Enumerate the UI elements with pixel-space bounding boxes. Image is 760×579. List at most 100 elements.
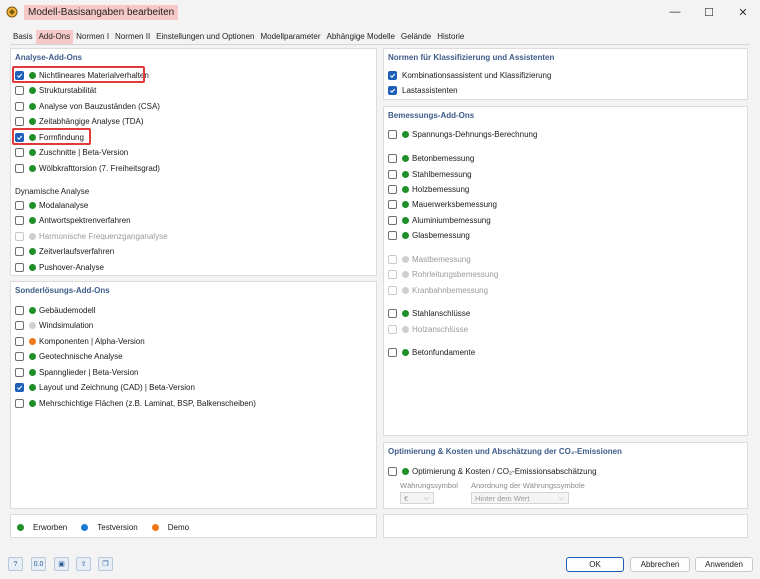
addon-row[interactable]: Stahlanschlüsse — [388, 307, 470, 319]
addon-row[interactable]: Zeitabhängige Analyse (TDA) — [15, 115, 144, 127]
tab-basis[interactable]: Basis — [10, 30, 36, 44]
display-icon[interactable]: ▣ — [54, 557, 69, 571]
status-dot-green — [29, 216, 36, 224]
addon-row[interactable]: Zeitverlaufsverfahren — [15, 245, 114, 257]
addon-checkbox[interactable] — [15, 262, 24, 272]
addon-label: Betonbemessung — [412, 153, 475, 163]
addon-checkbox[interactable] — [388, 85, 397, 95]
addon-row[interactable]: Spannglieder | Beta-Version — [15, 366, 138, 378]
dynamic-header: Dynamische Analyse — [15, 187, 90, 196]
ok-button[interactable]: OK — [566, 557, 624, 572]
legend-demo: Demo — [167, 522, 190, 532]
addon-checkbox[interactable] — [15, 147, 24, 157]
addon-row[interactable]: Aluminiumbemessung — [388, 214, 491, 226]
tab-abhaengige-modelle[interactable]: Abhängige Modelle — [324, 30, 399, 44]
addon-row[interactable]: Mehrschichtige Flächen (z.B. Laminat, BS… — [15, 397, 256, 409]
addon-row[interactable]: Lastassistenten — [388, 84, 458, 96]
status-dot-green — [29, 247, 36, 255]
addon-row[interactable]: Strukturstabilität — [15, 84, 96, 96]
status-dot-green — [29, 86, 36, 94]
currency-value: € — [404, 493, 409, 503]
addon-row[interactable]: Glasbemessung — [388, 229, 470, 241]
addon-label: Glasbemessung — [412, 230, 470, 240]
optimization-row[interactable]: Optimierung & Kosten / CO₂-Emissionsabsc… — [388, 465, 597, 477]
addon-row[interactable]: Pushover-Analyse — [15, 261, 104, 273]
legend-panel: Erworben Testversion Demo — [10, 514, 377, 538]
addon-row[interactable]: Gebäudemodell — [15, 304, 95, 316]
status-dot-green — [402, 185, 409, 193]
tab-einstellungen[interactable]: Einstellungen und Optionen — [153, 30, 257, 44]
maximize-icon[interactable]: ☐ — [692, 0, 726, 24]
addon-checkbox[interactable] — [15, 200, 24, 210]
addon-checkbox[interactable] — [388, 70, 397, 80]
optimization-panel: Optimierung & Kosten und Abschätzung der… — [383, 442, 748, 509]
addon-checkbox[interactable] — [15, 305, 24, 315]
addon-row[interactable]: Analyse von Bauzuständen (CSA) — [15, 100, 160, 112]
addon-checkbox[interactable] — [388, 129, 397, 139]
currency-select[interactable]: € ⌵ — [400, 492, 434, 504]
addon-checkbox[interactable] — [15, 163, 24, 173]
addon-checkbox[interactable] — [15, 246, 24, 256]
addon-checkbox[interactable] — [15, 116, 24, 126]
addon-row[interactable]: Zuschnitte | Beta-Version — [15, 146, 128, 158]
addon-checkbox[interactable] — [388, 230, 397, 240]
arrangement-select[interactable]: Hinter dem Wert ⌵ — [471, 492, 569, 504]
tab-normen-1[interactable]: Normen I — [73, 30, 112, 44]
addon-checkbox — [388, 285, 397, 295]
addon-checkbox[interactable] — [15, 101, 24, 111]
tab-gelaende[interactable]: Gelände — [398, 30, 434, 44]
addon-row[interactable]: Wölbkrafttorsion (7. Freiheitsgrad) — [15, 162, 160, 174]
addon-row[interactable]: Mauerwerksbemessung — [388, 198, 497, 210]
addon-row[interactable]: Spannungs-Dehnungs-Berechnung — [388, 128, 537, 140]
addon-checkbox[interactable] — [15, 351, 24, 361]
addon-checkbox[interactable] — [15, 367, 24, 377]
addon-row[interactable]: Betonbemessung — [388, 152, 474, 164]
optimization-checkbox[interactable] — [388, 466, 397, 476]
addon-row[interactable]: Geotechnische Analyse — [15, 350, 123, 362]
addon-checkbox[interactable] — [388, 347, 397, 357]
addon-checkbox[interactable] — [388, 215, 397, 225]
tab-modellparameter[interactable]: Modellparameter — [257, 30, 323, 44]
addon-checkbox[interactable] — [388, 184, 397, 194]
addon-checkbox[interactable] — [15, 320, 24, 330]
addon-row[interactable]: Layout und Zeichnung (CAD) | Beta-Versio… — [15, 381, 195, 393]
cancel-button[interactable]: Abbrechen — [630, 557, 690, 572]
status-dot-grey — [402, 270, 409, 278]
tab-add-ons[interactable]: Add-Ons — [35, 30, 74, 44]
addon-row[interactable]: Antwortspektrenverfahren — [15, 214, 131, 226]
tab-normen-2[interactable]: Normen II — [112, 30, 153, 44]
addon-row[interactable]: Betonfundamente — [388, 346, 475, 358]
units-icon[interactable]: 0.0 — [31, 557, 46, 571]
status-dot-green — [29, 102, 36, 110]
addon-checkbox[interactable] — [15, 382, 24, 392]
addon-row[interactable]: Kombinationsassistent und Klassifizierun… — [388, 69, 551, 81]
copy-icon[interactable]: ❐ — [98, 557, 113, 571]
addon-row[interactable]: Stahlbemessung — [388, 168, 472, 180]
addon-checkbox[interactable] — [15, 336, 24, 346]
addon-checkbox[interactable] — [388, 153, 397, 163]
addon-checkbox[interactable] — [15, 215, 24, 225]
addon-checkbox[interactable] — [388, 199, 397, 209]
addon-checkbox[interactable] — [388, 308, 397, 318]
design-header: Bemessungs-Add-Ons — [388, 111, 475, 120]
export-icon[interactable]: ⇪ — [76, 557, 91, 571]
apply-button[interactable]: Anwenden — [695, 557, 753, 572]
status-dot-green — [29, 352, 36, 360]
help-icon[interactable]: ? — [8, 557, 23, 571]
arrangement-value: Hinter dem Wert — [475, 493, 530, 503]
window-controls: — ☐ ✕ — [658, 0, 760, 24]
addon-row[interactable]: Komponenten | Alpha-Version — [15, 335, 145, 347]
addon-row[interactable]: Holzbemessung — [388, 183, 469, 195]
addon-label: Mauerwerksbemessung — [412, 199, 497, 209]
addon-checkbox[interactable] — [388, 169, 397, 179]
addon-row[interactable]: Modalanalyse — [15, 199, 88, 211]
tab-historie[interactable]: Historie — [434, 30, 467, 44]
close-icon[interactable]: ✕ — [726, 0, 760, 24]
status-dot-green — [402, 170, 409, 178]
status-dot-grey — [402, 286, 409, 294]
addon-checkbox[interactable] — [15, 85, 24, 95]
minimize-icon[interactable]: — — [658, 0, 692, 24]
addon-checkbox[interactable] — [15, 398, 24, 408]
checkmark-icon — [17, 385, 23, 390]
addon-row[interactable]: Windsimulation — [15, 319, 93, 331]
